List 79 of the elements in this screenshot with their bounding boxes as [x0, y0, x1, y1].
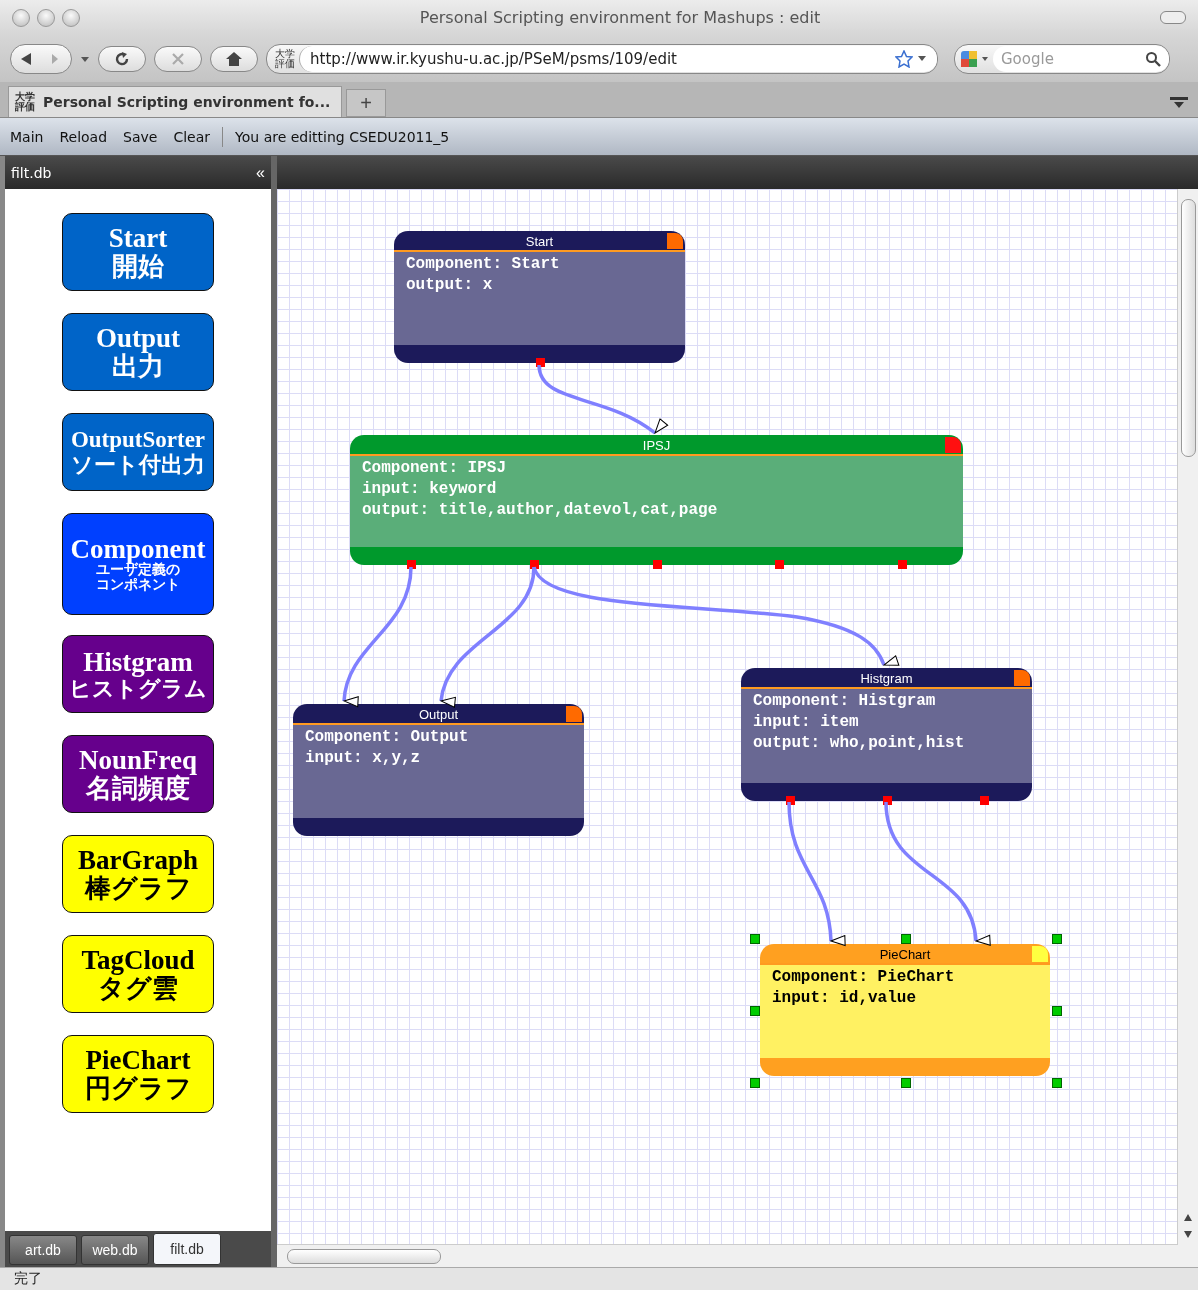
editing-status: You are editting CSEDU2011_5: [235, 128, 450, 145]
palette-component[interactable]: BarGraph 棒グラフ: [62, 835, 214, 913]
stop-button[interactable]: [154, 45, 202, 72]
scrollbar-thumb[interactable]: [287, 1249, 441, 1264]
minimize-window-button[interactable]: [37, 8, 55, 27]
palette-component[interactable]: Start 開始: [62, 213, 214, 291]
node-text: Component: Histgram: [753, 691, 937, 712]
component-node[interactable]: Output Component: Output input: x,y,z: [293, 704, 584, 836]
horizontal-scrollbar[interactable]: [277, 1244, 1178, 1267]
bookmark-star-icon[interactable]: [895, 49, 913, 68]
resize-handle[interactable]: [1052, 934, 1062, 944]
reload-button[interactable]: [98, 45, 146, 72]
node-corner-icon[interactable]: [945, 437, 961, 453]
close-icon: [170, 50, 186, 67]
close-window-button[interactable]: [12, 8, 30, 27]
node-text: input: keyword: [362, 479, 498, 500]
database-tab[interactable]: web.db: [81, 1235, 149, 1265]
status-text: 完了: [14, 1270, 42, 1288]
panel-title: filt.db: [11, 164, 52, 181]
site-label[interactable]: 大学 評価: [275, 48, 295, 69]
palette-component[interactable]: Histgram ヒストグラム: [62, 635, 214, 713]
node-corner-icon[interactable]: [566, 706, 582, 722]
vertical-scrollbar[interactable]: [1177, 189, 1198, 1267]
output-port[interactable]: [979, 796, 989, 805]
database-tab[interactable]: filt.db: [153, 1233, 221, 1265]
new-tab-button[interactable]: +: [346, 89, 386, 117]
home-button[interactable]: [210, 45, 258, 72]
node-corner-icon[interactable]: [1032, 946, 1048, 962]
node-text: Component: IPSJ: [362, 458, 508, 479]
palette-component[interactable]: Component ユーザ定義のコンポネント: [62, 513, 214, 615]
scrollbar-thumb[interactable]: [1181, 199, 1196, 457]
address-field[interactable]: http://www.ir.kyushu-u.ac.jp/PSeM/psms/109/edit: [299, 45, 937, 72]
node-corner-icon[interactable]: [667, 233, 683, 249]
back-arrow-icon[interactable]: [20, 51, 32, 66]
menu-link[interactable]: Clear: [173, 128, 211, 145]
node-text: Component: Start: [406, 254, 561, 275]
menu-link[interactable]: Reload: [59, 128, 108, 145]
caret-icon[interactable]: [917, 54, 927, 63]
node-text: output: x: [406, 275, 494, 296]
history-caret-icon[interactable]: [80, 54, 90, 63]
node-text: input: x,y,z: [305, 748, 422, 769]
node-text: input: item: [753, 712, 860, 733]
node-text: input: id,value: [772, 988, 918, 1009]
tab-list-icon[interactable]: [1168, 94, 1190, 110]
zoom-window-button[interactable]: [62, 8, 80, 27]
palette-component[interactable]: NounFreq 名詞頻度: [62, 735, 214, 813]
component-node[interactable]: PieChart Component: PieChart input: id,value: [760, 944, 1050, 1076]
toolbar-toggle-button[interactable]: [1160, 11, 1186, 24]
resize-handle[interactable]: [1052, 1078, 1062, 1088]
palette-component[interactable]: Output 出力: [62, 313, 214, 391]
node-text: Component: Output: [305, 727, 470, 748]
output-port[interactable]: [785, 796, 795, 805]
resize-handle[interactable]: [750, 1006, 760, 1016]
connector-arrow[interactable]: [342, 566, 413, 709]
home-icon: [225, 50, 243, 67]
node-corner-icon[interactable]: [1014, 670, 1030, 686]
site-label: 大学 評価: [15, 92, 35, 112]
output-port[interactable]: [882, 796, 892, 805]
node-text: Component: PieChart: [772, 967, 956, 988]
resize-handle[interactable]: [901, 934, 911, 944]
menu-link[interactable]: Save: [123, 128, 158, 145]
node-text: output: who,point,hist: [753, 733, 966, 754]
window-title: Personal Scripting environment for Mashups : edit: [418, 8, 822, 27]
database-tab[interactable]: art.db: [9, 1235, 77, 1265]
output-port[interactable]: [535, 358, 545, 367]
resize-handle[interactable]: [750, 1078, 760, 1088]
palette-component[interactable]: PieChart 円グラフ: [62, 1035, 214, 1113]
node-text: output: title,author,datevol,cat,page: [362, 500, 719, 521]
collapse-button[interactable]: «: [256, 163, 265, 182]
forward-arrow-icon[interactable]: [51, 52, 59, 65]
menu-link[interactable]: Main: [10, 128, 44, 145]
palette-component[interactable]: OutputSorter ソート付出力: [62, 413, 214, 491]
palette-component[interactable]: TagCloud タグ雲: [62, 935, 214, 1013]
connector-arrow[interactable]: [439, 566, 536, 710]
back-forward-button[interactable]: [10, 43, 72, 74]
reload-icon: [113, 49, 131, 68]
resize-handle[interactable]: [750, 934, 760, 944]
resize-handle[interactable]: [901, 1078, 911, 1088]
resize-handle[interactable]: [1052, 1006, 1062, 1016]
